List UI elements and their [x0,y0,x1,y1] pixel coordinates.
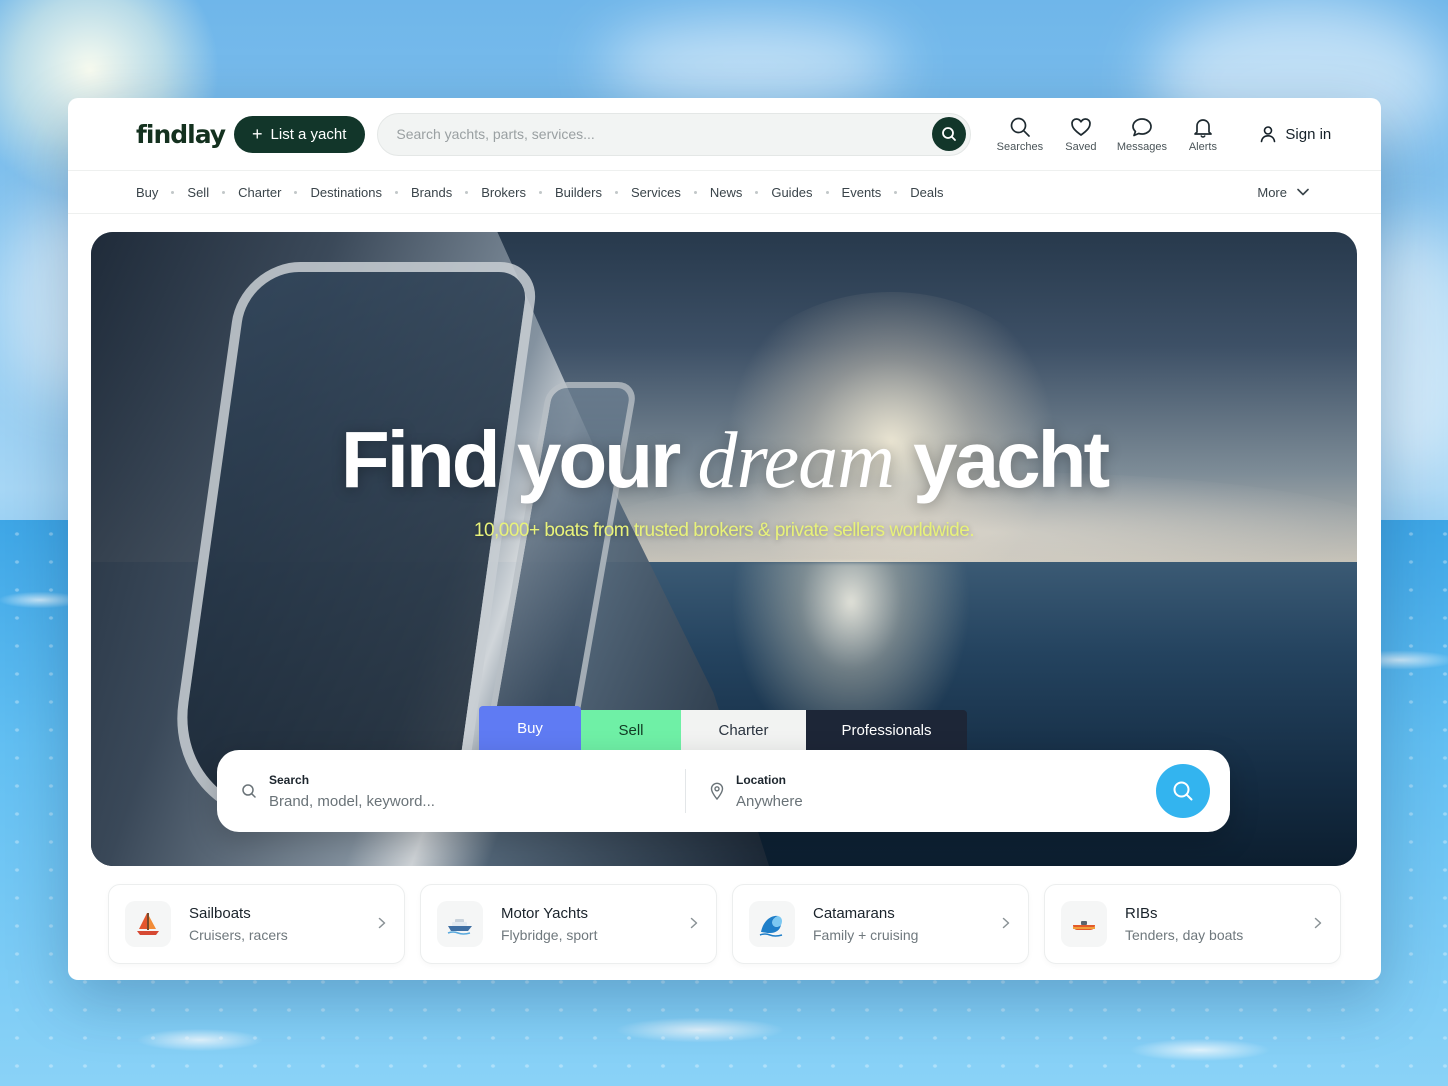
searches-action[interactable]: Searches [989,116,1050,153]
chevron-right-icon [690,917,698,929]
nav-item-news[interactable]: News [710,185,743,200]
search-icon [942,127,957,141]
saved-action[interactable]: Saved [1050,116,1111,153]
rib-boat-icon [1061,901,1107,947]
cloud [600,20,900,110]
nav-item-buy[interactable]: Buy [136,185,158,200]
location-field: Location [686,750,1156,832]
category-card-motor-yachts[interactable]: Motor Yachts Flybridge, sport [420,884,717,964]
category-title: Catamarans [813,905,895,922]
category-subtitle: Tenders, day boats [1125,927,1244,943]
main-nav: Buy Sell Charter Destinations Brands Bro… [68,170,1381,214]
nav-separator [222,190,226,194]
location-pin-icon [710,782,724,800]
motor-yacht-icon [437,901,483,947]
sign-in-label: Sign in [1285,125,1332,143]
logo[interactable]: findlay [136,120,234,149]
tab-charter[interactable]: Charter [681,710,806,750]
user-icon [1261,126,1276,143]
search-icon [1173,781,1193,801]
nav-item-brands[interactable]: Brands [411,185,452,200]
chevron-right-icon [378,917,386,929]
search-icon [242,784,256,798]
nav-separator [465,190,469,194]
wave-icon [749,901,795,947]
searches-label: Searches [996,140,1044,153]
messages-action[interactable]: Messages [1111,116,1172,153]
nav-separator [294,190,298,194]
global-search [377,112,972,156]
hero-search-box: Search Location [217,750,1230,832]
saved-label: Saved [1065,140,1097,153]
nav-item-brokers[interactable]: Brokers [481,185,526,200]
nav-item-builders[interactable]: Builders [555,185,602,200]
nav-item-services[interactable]: Services [631,185,681,200]
nav-item-charter[interactable]: Charter [238,185,281,200]
category-title: RIBs [1125,905,1158,922]
hero-title: Find your dream yacht [91,414,1357,507]
hero-subtitle: 10,000+ boats from trusted brokers & pri… [473,520,975,541]
search-icon [1010,117,1030,137]
category-title: Sailboats [189,905,251,922]
search-keyword-input[interactable] [269,792,569,810]
sign-in-link[interactable]: Sign in [1259,125,1331,143]
global-search-input[interactable] [396,126,933,142]
nav-separator [539,190,542,194]
nav-item-guides[interactable]: Guides [771,185,812,200]
global-search-button[interactable] [932,117,967,151]
nav-more-dropdown[interactable]: More [1257,185,1309,200]
search-field: Search [217,750,685,832]
header-actions: Searches Saved Messages Alerts [989,116,1233,153]
tab-buy[interactable]: Buy [479,706,581,750]
alerts-action[interactable]: Alerts [1172,116,1233,153]
nav-separator [171,190,175,194]
tab-sell[interactable]: Sell [581,710,681,750]
category-card-ribs[interactable]: RIBs Tenders, day boats [1044,884,1341,964]
category-subtitle: Family + cruising [813,927,919,943]
nav-separator [755,190,759,194]
messages-label: Messages [1116,140,1167,153]
nav-separator [395,190,398,194]
nav-separator [894,190,898,194]
hero-banner: Find your dream yacht 10,000+ boats from… [91,232,1357,866]
category-cards: Sailboats Cruisers, racers Motor Yachts … [108,884,1341,964]
nav-separator [614,190,618,194]
location-field-label: Location [736,772,786,787]
hero-title-part2: yacht [913,415,1110,504]
heart-icon [1071,117,1091,136]
hero-title-part1: Find your [340,415,681,504]
category-subtitle: Cruisers, racers [189,927,288,943]
bell-icon [1194,118,1212,138]
chevron-right-icon [1314,917,1322,929]
nav-item-deals[interactable]: Deals [910,185,943,200]
chevron-down-icon [1297,188,1309,196]
category-card-sailboats[interactable]: Sailboats Cruisers, racers [108,884,405,964]
chat-bubble-icon [1132,117,1152,136]
tab-professionals[interactable]: Professionals [806,710,967,750]
chevron-right-icon [1002,917,1010,929]
list-yacht-button[interactable]: + List a yacht [234,115,366,153]
search-field-label: Search [269,772,310,787]
top-bar: findlay + List a yacht Searches Saved Me… [68,98,1381,170]
category-title: Motor Yachts [501,905,588,922]
app-window: findlay + List a yacht Searches Saved Me… [68,98,1381,980]
hero-title-emphasis: dream [697,417,894,505]
nav-item-destinations[interactable]: Destinations [310,185,382,200]
nav-item-events[interactable]: Events [842,185,882,200]
hero-search-button[interactable] [1156,764,1210,818]
location-input[interactable] [736,792,1036,810]
nav-more-label: More [1257,184,1287,200]
sailboat-icon [125,901,171,947]
category-card-catamarans[interactable]: Catamarans Family + cruising [732,884,1029,964]
hero-tabs: Buy Sell Charter Professionals [479,706,967,750]
nav-separator [825,190,829,194]
nav-separator [693,190,697,194]
nav-item-sell[interactable]: Sell [187,185,209,200]
list-yacht-label: List a yacht [270,125,347,143]
alerts-label: Alerts [1188,140,1217,153]
plus-icon: + [252,124,263,144]
category-subtitle: Flybridge, sport [501,927,598,943]
